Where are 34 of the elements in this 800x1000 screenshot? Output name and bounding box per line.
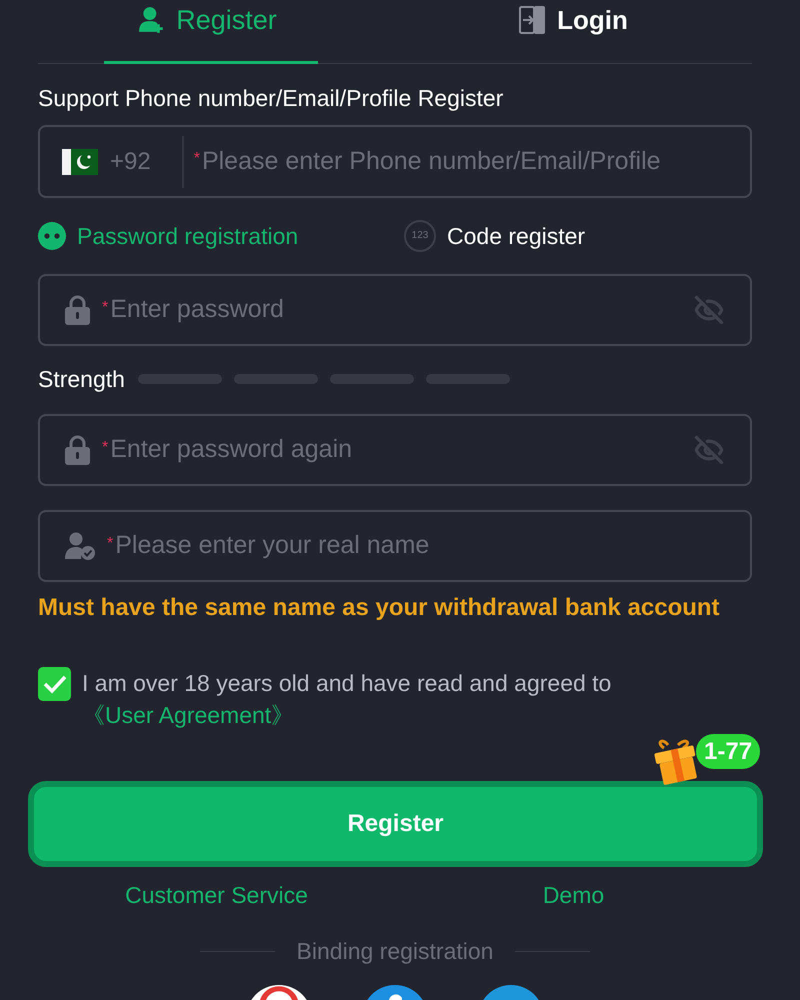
register-method-option[interactable]: Password registration xyxy=(38,218,404,254)
digits-badge: 123 xyxy=(404,220,436,252)
tab[interactable]: Login xyxy=(395,0,752,64)
binding-label: Binding registration xyxy=(296,938,494,964)
tab[interactable]: Register xyxy=(38,0,395,64)
footer-link[interactable]: Demo xyxy=(542,882,604,908)
agreement-text: I am over 18 years old and have read and agreed to 《User Agreement》 xyxy=(82,669,612,730)
door-icon xyxy=(519,5,548,35)
lock-icon xyxy=(65,295,90,325)
country-code[interactable]: +92 xyxy=(110,144,151,180)
password-input[interactable]: Enter password xyxy=(110,291,692,329)
footer-link[interactable]: Customer Service xyxy=(125,882,308,908)
required-mark: * xyxy=(102,300,108,316)
bonus-badge: 1-77 xyxy=(696,734,760,769)
user-agreement-link[interactable]: 《User Agreement》 xyxy=(82,702,294,728)
real-name-input[interactable]: Please enter your real name xyxy=(115,527,726,565)
lock-icon xyxy=(65,435,90,465)
check-icon xyxy=(42,674,66,694)
account-input[interactable]: Please enter Phone number/Email/Profile xyxy=(202,142,750,180)
confirm-password-input[interactable]: Enter password again xyxy=(110,431,692,469)
account-field[interactable]: +92 *Please enter Phone number/Email/Profile xyxy=(38,125,752,198)
user-check-icon xyxy=(65,532,95,560)
support-label: Support Phone number/Email/Profile Register xyxy=(38,86,504,110)
register-method-option[interactable]: 123 Code register xyxy=(404,218,586,254)
password-field[interactable]: *Enter password xyxy=(38,274,752,346)
flag-icon xyxy=(62,148,98,174)
required-mark: * xyxy=(102,440,108,456)
name-warning: Must have the same name as your withdrawal bank account xyxy=(38,595,721,621)
required-mark: * xyxy=(107,536,114,552)
real-name-field[interactable]: *Please enter your real name xyxy=(38,510,752,582)
confirm-password-field[interactable]: *Enter password again xyxy=(38,414,752,486)
strength-label: Strength xyxy=(38,367,126,391)
required-mark: * xyxy=(194,151,200,167)
agreement-checkbox[interactable] xyxy=(38,667,71,701)
